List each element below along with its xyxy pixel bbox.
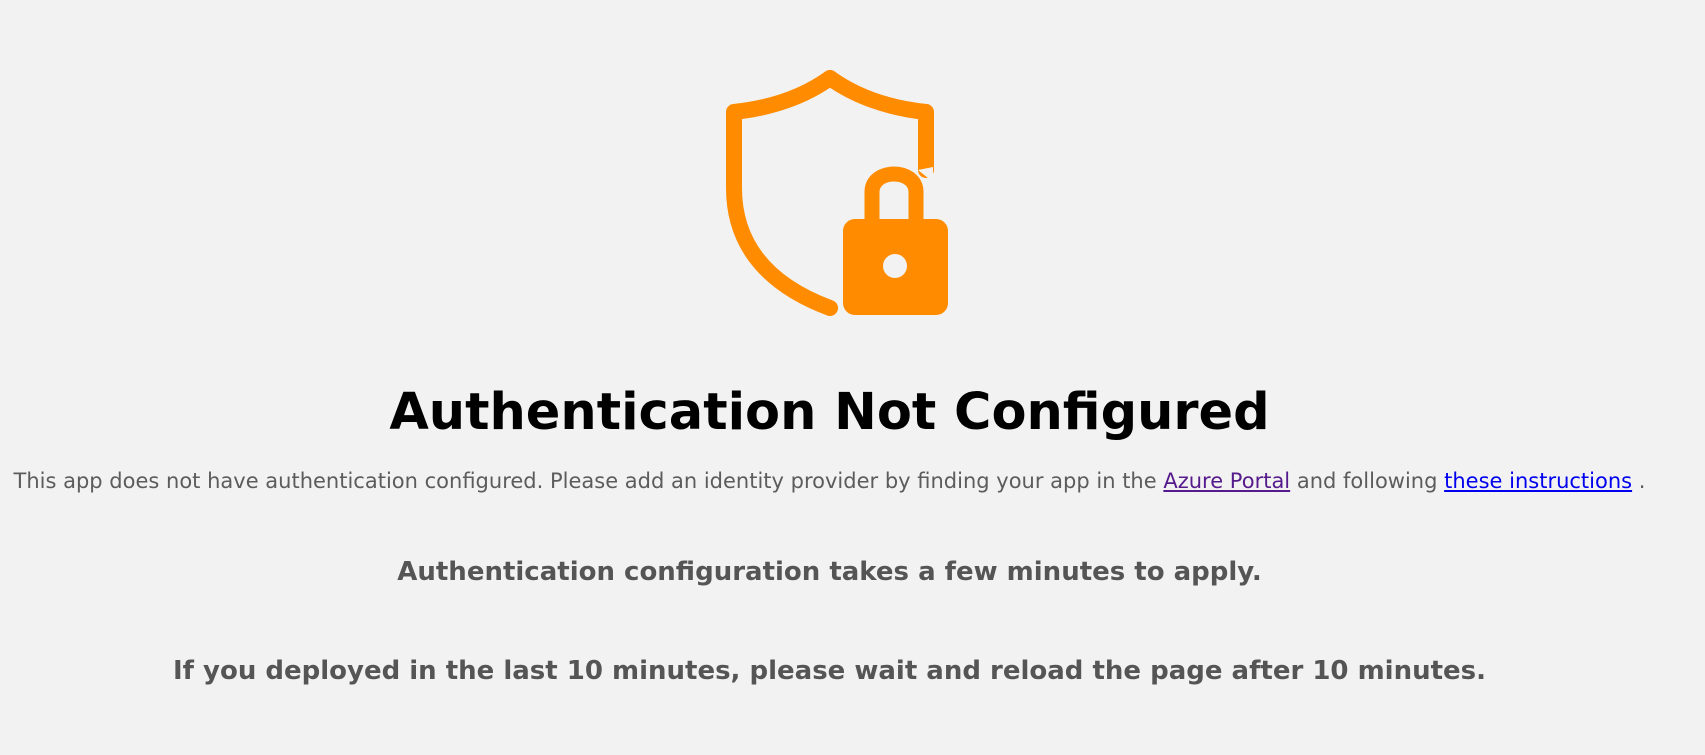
auth-not-configured-page: Authentication Not Configured This app d… <box>0 0 1705 755</box>
description-text: This app does not have authentication co… <box>0 467 1659 495</box>
description-middle: and following <box>1296 469 1438 493</box>
config-delay-note: Authentication configuration takes a few… <box>397 557 1262 587</box>
page-title: Authentication Not Configured <box>389 383 1270 442</box>
shield-lock-icon <box>720 70 952 316</box>
description-end: . <box>1638 469 1646 493</box>
description-intro: This app does not have authentication co… <box>13 469 1157 493</box>
reload-instruction-note: If you deployed in the last 10 minutes, … <box>172 656 1487 686</box>
instructions-link[interactable]: these instructions <box>1444 469 1632 493</box>
azure-portal-link[interactable]: Azure Portal <box>1163 469 1290 493</box>
